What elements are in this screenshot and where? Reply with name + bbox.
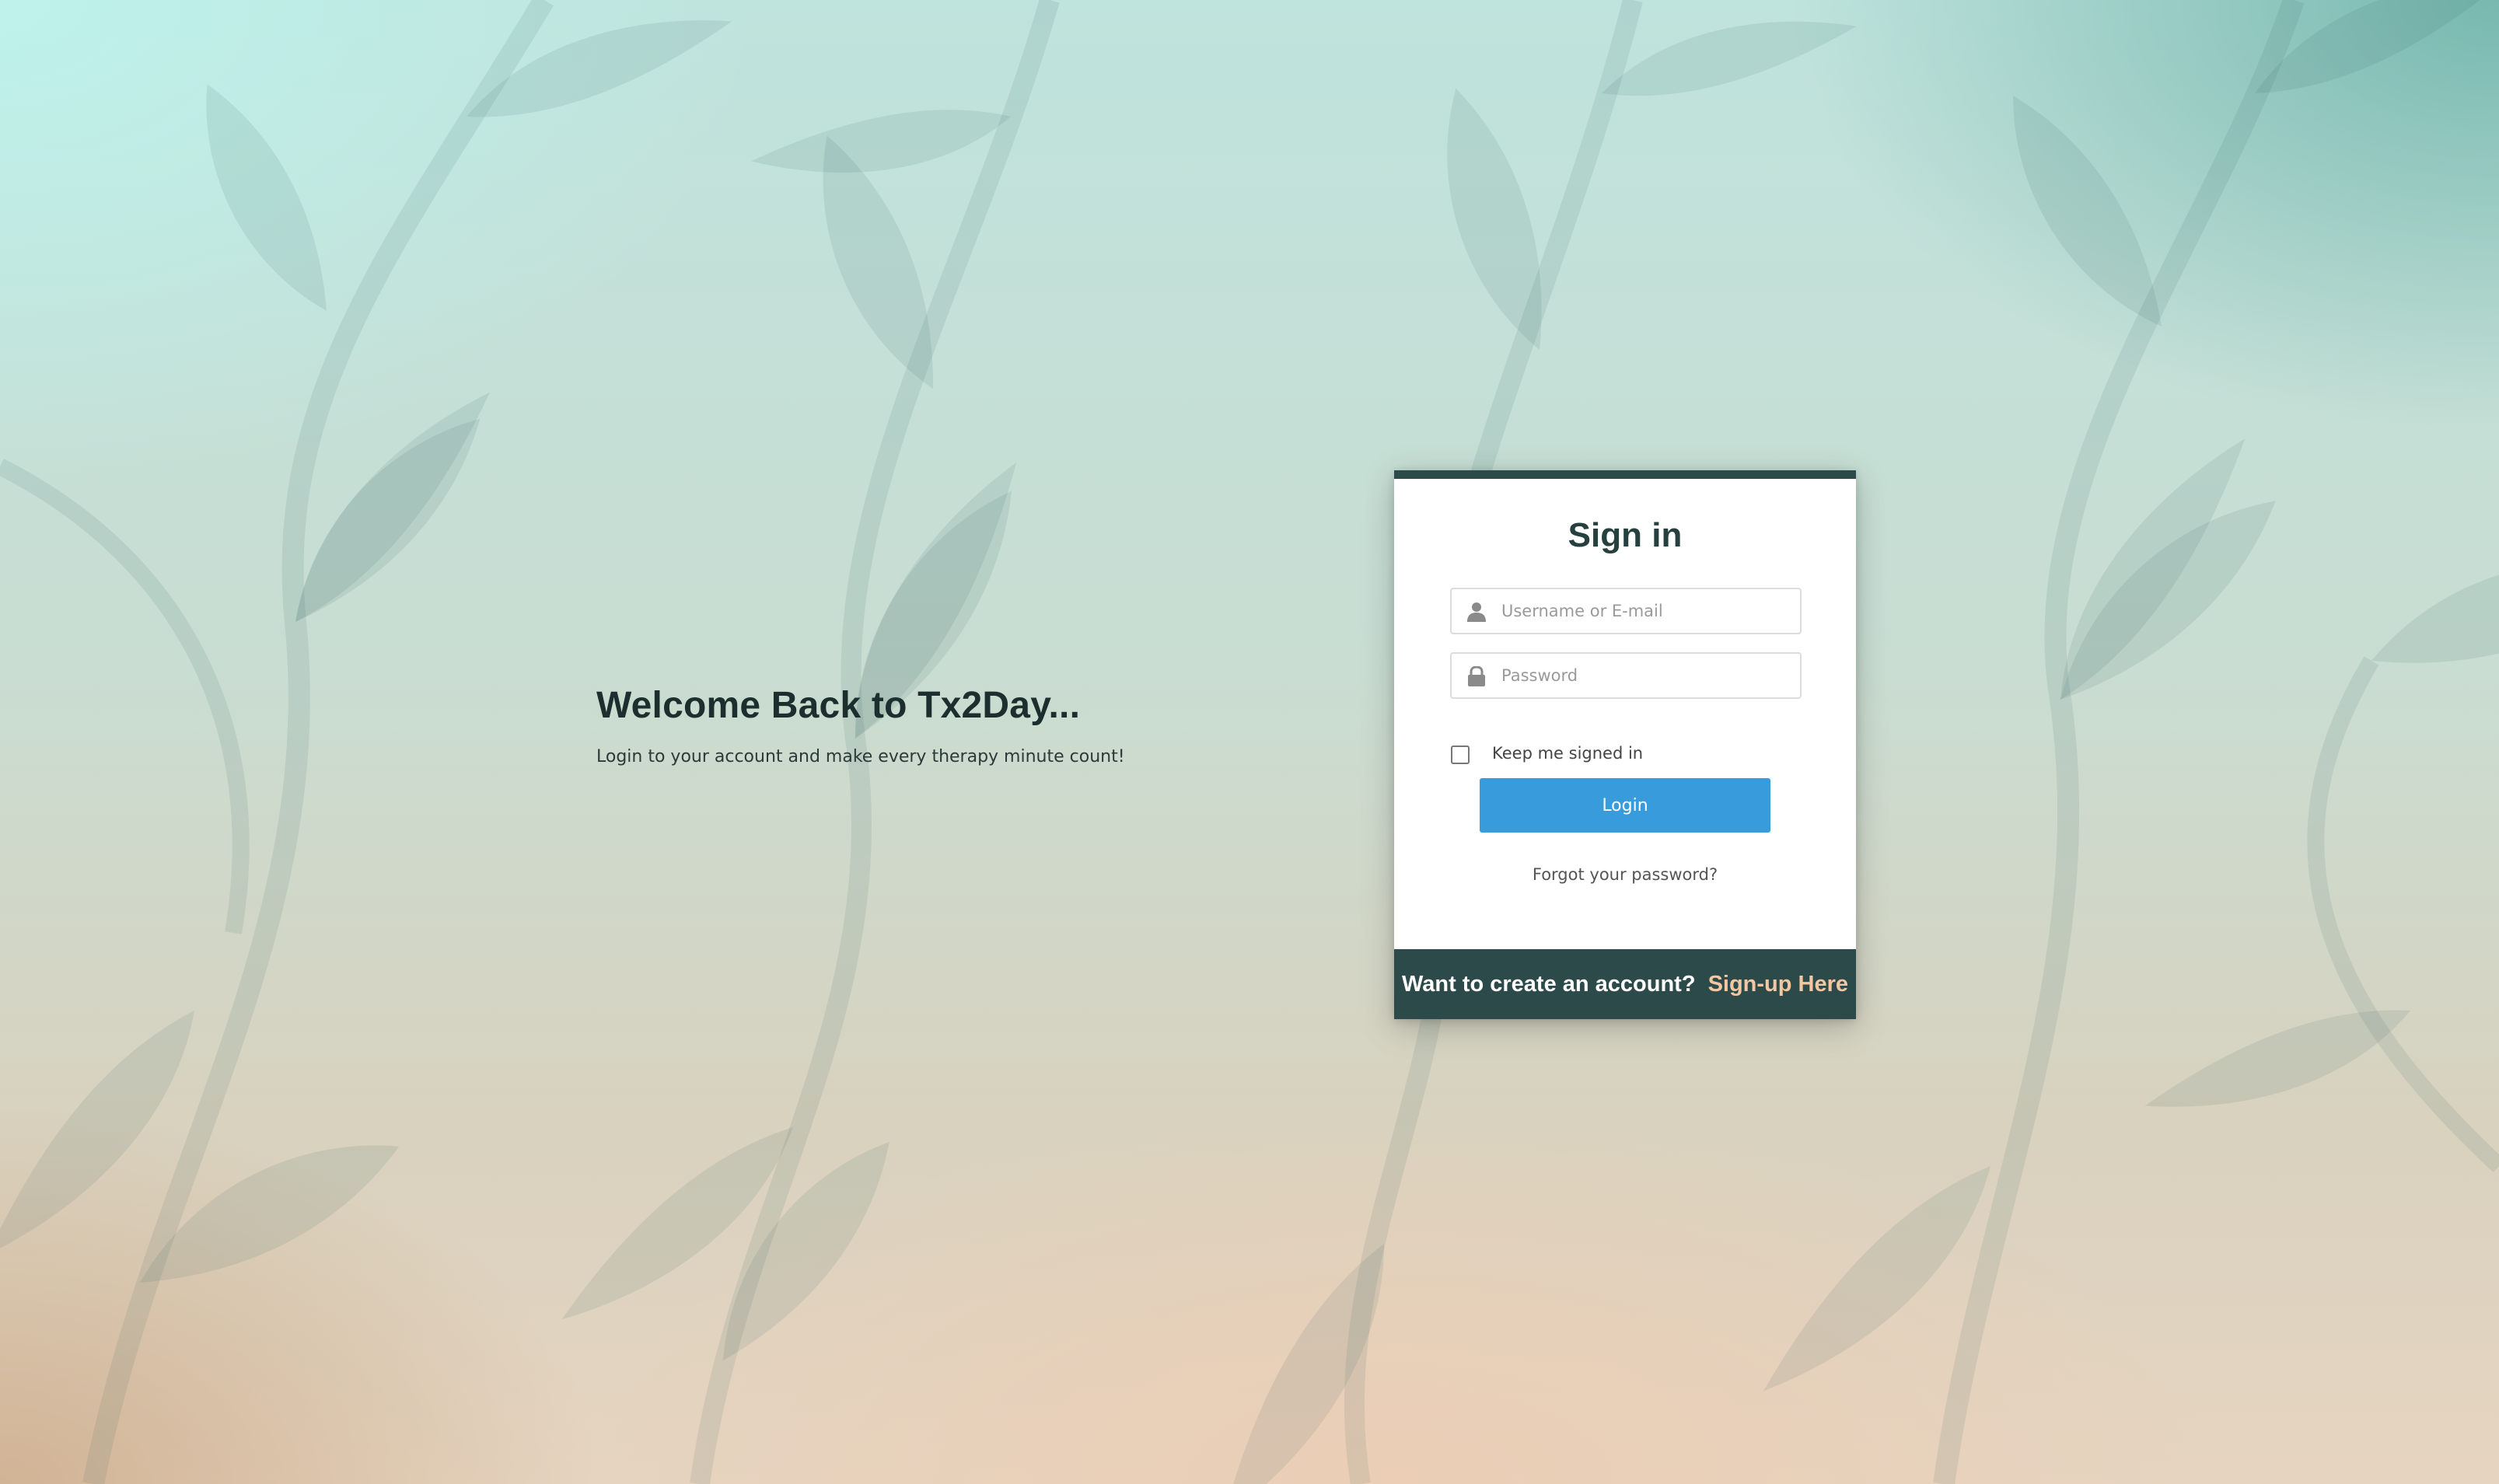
leaf-background-pattern <box>0 0 2499 1484</box>
forgot-password-link[interactable]: Forgot your password? <box>1394 865 1856 884</box>
username-input[interactable] <box>1501 589 1789 633</box>
welcome-subtitle: Login to your account and make every the… <box>596 747 1125 766</box>
password-field[interactable] <box>1450 652 1802 699</box>
signup-footer: Want to create an account? Sign-up Here <box>1394 949 1856 1019</box>
username-field[interactable] <box>1450 588 1802 634</box>
signup-link[interactable]: Sign-up Here <box>1708 972 1848 997</box>
signup-prompt: Want to create an account? <box>1401 971 1696 997</box>
welcome-section: Welcome Back to Tx2Day... Login to your … <box>596 684 1187 766</box>
login-button[interactable]: Login <box>1480 778 1770 833</box>
keep-signed-in-label[interactable]: Keep me signed in <box>1492 744 1643 763</box>
welcome-title: Welcome Back to Tx2Day... <box>596 685 1081 726</box>
signin-title: Sign in <box>1568 516 1683 554</box>
user-icon <box>1467 602 1486 622</box>
password-input[interactable] <box>1501 654 1789 697</box>
keep-signed-in-checkbox[interactable] <box>1451 745 1470 764</box>
signin-card: Sign in Keep me signed in Login Forgot y… <box>1394 470 1856 1019</box>
lock-icon <box>1467 665 1486 686</box>
